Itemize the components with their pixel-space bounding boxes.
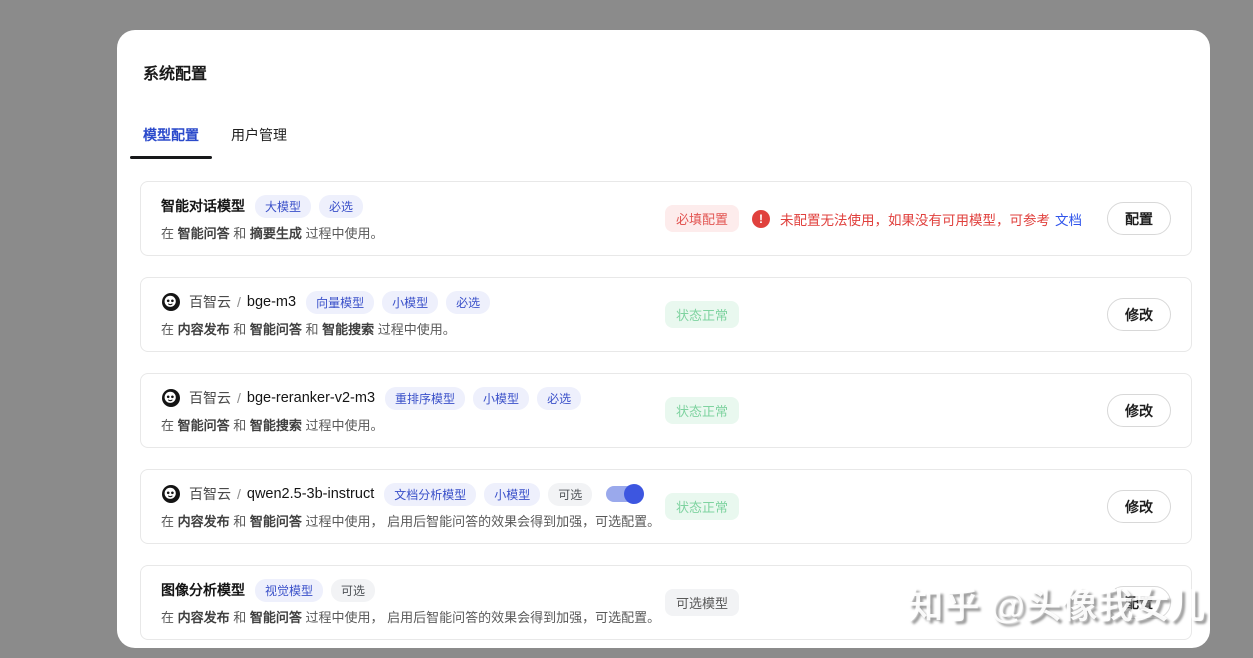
card-title: 图像分析模型 [161, 580, 245, 600]
modify-button[interactable]: 修改 [1107, 394, 1171, 427]
provider-model-separator: / [237, 486, 241, 502]
card-info: 百智云 / bge-m3 向量模型小模型必选在 内容发布 和 智能问答 和 智能搜索 … [161, 290, 665, 339]
card-info: 智能对话模型大模型必选在 智能问答 和 摘要生成 过程中使用。 [161, 194, 665, 243]
model-card: 百智云 / qwen2.5-3b-instruct 文档分析模型小模型可选在 内容发布… [140, 469, 1192, 544]
modify-button[interactable]: 修改 [1107, 298, 1171, 331]
status-zone: 状态正常 [665, 397, 1107, 424]
status-zone: 状态正常 [665, 493, 1107, 520]
tag-必选: 必选 [446, 291, 490, 314]
card-description: 在 内容发布 和 智能问答 过程中使用， 启用后智能问答的效果会得到加强，可选配… [161, 513, 665, 531]
doc-link[interactable]: 文档 [1055, 209, 1082, 229]
provider-model-separator: / [237, 294, 241, 310]
card-title-row: 百智云 / bge-reranker-v2-m3 重排序模型小模型必选 [161, 386, 665, 410]
status-badge: 状态正常 [665, 397, 739, 424]
tag-必选: 必选 [319, 195, 363, 218]
tab-user-management[interactable]: 用户管理 [218, 117, 300, 159]
configure-button[interactable]: 配置 [1107, 202, 1171, 235]
tag-必选: 必选 [537, 387, 581, 410]
tab-model-config[interactable]: 模型配置 [130, 117, 212, 159]
tag-小模型: 小模型 [382, 291, 438, 314]
model-card: 图像分析模型视觉模型可选在 内容发布 和 智能问答 过程中使用， 启用后智能问答… [140, 565, 1192, 640]
tag-小模型: 小模型 [484, 483, 540, 506]
model-name: bge-m3 [247, 294, 296, 310]
card-title-row: 百智云 / bge-m3 向量模型小模型必选 [161, 290, 665, 314]
system-config-panel: 系统配置 模型配置 用户管理 智能对话模型大模型必选在 智能问答 和 摘要生成 … [117, 30, 1210, 648]
provider-model-separator: / [237, 390, 241, 406]
model-card: 百智云 / bge-reranker-v2-m3 重排序模型小模型必选在 智能问答 和… [140, 373, 1192, 448]
card-title-row: 智能对话模型大模型必选 [161, 194, 665, 218]
modify-button[interactable]: 修改 [1107, 490, 1171, 523]
tag-文档分析模型: 文档分析模型 [384, 483, 476, 506]
provider-name: 百智云 [189, 388, 231, 408]
model-card-list: 智能对话模型大模型必选在 智能问答 和 摘要生成 过程中使用。必填配置!未配置无… [140, 181, 1192, 640]
tag-可选: 可选 [331, 579, 375, 602]
provider-name: 百智云 [189, 292, 231, 312]
card-info: 图像分析模型视觉模型可选在 内容发布 和 智能问答 过程中使用， 启用后智能问答… [161, 578, 665, 627]
card-title: 智能对话模型 [161, 196, 245, 216]
card-description: 在 内容发布 和 智能问答 过程中使用， 启用后智能问答的效果会得到加强，可选配… [161, 609, 665, 627]
tag-向量模型: 向量模型 [306, 291, 374, 314]
tag-可选: 可选 [548, 483, 592, 506]
tag-视觉模型: 视觉模型 [255, 579, 323, 602]
model-card: 智能对话模型大模型必选在 智能问答 和 摘要生成 过程中使用。必填配置! 未配置无… [140, 181, 1192, 256]
card-description: 在 智能问答 和 摘要生成 过程中使用。 [161, 225, 665, 243]
tab-bar: 模型配置 用户管理 [130, 117, 1210, 159]
status-zone: 可选模型 [665, 589, 1107, 616]
status-badge: 可选模型 [665, 589, 739, 616]
status-zone: 状态正常 [665, 301, 1107, 328]
card-title-row: 百智云 / qwen2.5-3b-instruct 文档分析模型小模型可选 [161, 482, 665, 506]
model-name: qwen2.5-3b-instruct [247, 486, 374, 502]
provider-logo-icon [161, 388, 181, 408]
page-title: 系统配置 [143, 60, 1210, 84]
warning-message: 未配置无法使用，如果没有可用模型，可参考 [780, 209, 1050, 229]
warning-icon: ! [752, 210, 770, 228]
tag-重排序模型: 重排序模型 [385, 387, 465, 410]
model-card: 百智云 / bge-m3 向量模型小模型必选在 内容发布 和 智能问答 和 智能搜索 … [140, 277, 1192, 352]
configure-button[interactable]: 配置 [1107, 586, 1171, 619]
status-zone: 必填配置! 未配置无法使用，如果没有可用模型，可参考文档 [665, 205, 1107, 232]
provider-logo-icon [161, 484, 181, 504]
model-name: bge-reranker-v2-m3 [247, 390, 375, 406]
card-info: 百智云 / qwen2.5-3b-instruct 文档分析模型小模型可选在 内容发布… [161, 482, 665, 531]
card-description: 在 内容发布 和 智能问答 和 智能搜索 过程中使用。 [161, 321, 665, 339]
tag-小模型: 小模型 [473, 387, 529, 410]
toggle-switch[interactable] [606, 486, 642, 502]
provider-name: 百智云 [189, 484, 231, 504]
provider-logo-icon [161, 292, 181, 312]
status-badge: 状态正常 [665, 301, 739, 328]
status-badge: 必填配置 [665, 205, 739, 232]
status-badge: 状态正常 [665, 493, 739, 520]
card-info: 百智云 / bge-reranker-v2-m3 重排序模型小模型必选在 智能问答 和… [161, 386, 665, 435]
card-description: 在 智能问答 和 智能搜索 过程中使用。 [161, 417, 665, 435]
tag-大模型: 大模型 [255, 195, 311, 218]
card-title-row: 图像分析模型视觉模型可选 [161, 578, 665, 602]
